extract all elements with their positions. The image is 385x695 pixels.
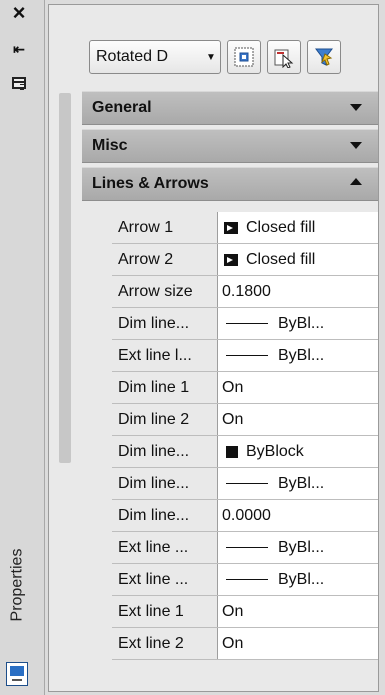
property-name: Ext line 2: [112, 628, 218, 659]
property-row[interactable]: Arrow size 0.1800: [112, 276, 378, 308]
property-row[interactable]: Ext line 1 On: [112, 596, 378, 628]
property-row[interactable]: Dim line... 0.0000: [112, 500, 378, 532]
section-lines-arrows[interactable]: Lines & Arrows: [82, 167, 378, 201]
property-value[interactable]: On: [218, 372, 378, 403]
property-row[interactable]: Ext line 2 On: [112, 628, 378, 660]
property-value-text: 0.0000: [222, 506, 271, 524]
property-row[interactable]: Dim line 2 On: [112, 404, 378, 436]
toggle-pickadd-button[interactable]: [227, 40, 261, 74]
toggle-pickadd-icon: [234, 47, 254, 67]
property-value-text: ByBl...: [278, 570, 325, 588]
linetype-swatch-icon: [226, 355, 268, 356]
chevron-up-icon: [350, 178, 362, 185]
property-name: Dim line 2: [112, 404, 218, 435]
property-row[interactable]: Dim line... ByBlock: [112, 436, 378, 468]
property-value-text: Closed fill: [246, 218, 316, 236]
object-type-select[interactable]: Rotated D ▼: [89, 40, 221, 74]
property-value[interactable]: Closed fill: [218, 244, 378, 275]
property-row[interactable]: Dim line... ByBl...: [112, 308, 378, 340]
property-name: Arrow size: [112, 276, 218, 307]
property-value[interactable]: ByBl...: [218, 564, 378, 595]
property-value-text: On: [222, 410, 244, 428]
vertical-scrollbar[interactable]: [59, 93, 71, 463]
property-value[interactable]: 0.0000: [218, 500, 378, 531]
property-value-text: ByBl...: [278, 346, 325, 364]
property-name: Ext line l...: [112, 340, 218, 371]
select-objects-icon: [274, 49, 294, 68]
property-name: Ext line ...: [112, 564, 218, 595]
property-row[interactable]: Ext line ... ByBl...: [112, 564, 378, 596]
palette-title: Properties: [8, 548, 26, 622]
property-sections: General Misc Lines & Arrows: [82, 91, 378, 205]
property-value-text: ByBlock: [246, 442, 304, 460]
chevron-down-icon: [350, 142, 362, 149]
property-value[interactable]: ByBl...: [218, 340, 378, 371]
property-name: Dim line 1: [112, 372, 218, 403]
property-value[interactable]: Closed fill: [218, 212, 378, 243]
quick-select-button[interactable]: [307, 40, 341, 74]
property-name: Dim line...: [112, 436, 218, 467]
auto-hide-icon[interactable]: ⇤: [8, 38, 30, 60]
linetype-swatch-icon: [226, 547, 268, 548]
linetype-swatch-icon: [226, 323, 268, 324]
close-icon[interactable]: ×: [8, 0, 30, 25]
property-value[interactable]: On: [218, 628, 378, 659]
arrowhead-icon: [224, 253, 238, 266]
properties-icon[interactable]: [6, 662, 28, 686]
color-swatch-icon: [226, 445, 238, 458]
property-row[interactable]: Arrow 1 Closed fill: [112, 212, 378, 244]
property-value-text: ByBl...: [278, 314, 325, 332]
property-value-text: 0.1800: [222, 282, 271, 300]
linetype-swatch-icon: [226, 483, 268, 484]
property-name: Arrow 2: [112, 244, 218, 275]
property-value[interactable]: ByBlock: [218, 436, 378, 467]
property-value[interactable]: 0.1800: [218, 276, 378, 307]
select-objects-button[interactable]: [267, 40, 301, 74]
property-row[interactable]: Dim line... ByBl...: [112, 468, 378, 500]
property-value-text: Closed fill: [246, 250, 316, 268]
property-value-text: ByBl...: [278, 474, 325, 492]
property-row[interactable]: Ext line l... ByBl...: [112, 340, 378, 372]
property-value[interactable]: On: [218, 404, 378, 435]
property-row[interactable]: Dim line 1 On: [112, 372, 378, 404]
property-value-text: On: [222, 378, 244, 396]
linetype-swatch-icon: [226, 579, 268, 580]
section-label: Misc: [92, 137, 128, 154]
properties-panel: Rotated D ▼ General Misc Lines & Arrows …: [48, 4, 379, 692]
palette-title-bar[interactable]: × ⇤ Properties: [0, 0, 45, 695]
property-value-text: On: [222, 602, 244, 620]
property-row[interactable]: Arrow 2 Closed fill: [112, 244, 378, 276]
section-misc[interactable]: Misc: [82, 129, 378, 163]
property-name: Dim line...: [112, 468, 218, 499]
property-value[interactable]: ByBl...: [218, 468, 378, 499]
property-value[interactable]: On: [218, 596, 378, 627]
property-value[interactable]: ByBl...: [218, 532, 378, 563]
property-row[interactable]: Ext line ... ByBl...: [112, 532, 378, 564]
properties-toolbar: Rotated D ▼: [89, 39, 341, 75]
chevron-down-icon: [350, 104, 362, 111]
property-value-text: On: [222, 634, 244, 652]
property-name: Dim line...: [112, 500, 218, 531]
property-value[interactable]: ByBl...: [218, 308, 378, 339]
arrowhead-icon: [224, 221, 238, 234]
chevron-down-icon: ▼: [206, 51, 216, 63]
property-name: Ext line ...: [112, 532, 218, 563]
section-general[interactable]: General: [82, 91, 378, 125]
property-name: Arrow 1: [112, 212, 218, 243]
quick-select-icon: [315, 48, 333, 66]
object-type-value: Rotated D: [96, 48, 169, 65]
menu-icon[interactable]: [8, 72, 30, 94]
section-label: Lines & Arrows: [92, 175, 209, 192]
property-name: Dim line...: [112, 308, 218, 339]
section-label: General: [92, 99, 152, 116]
property-value-text: ByBl...: [278, 538, 325, 556]
property-grid: Arrow 1 Closed fill Arrow 2 Closed fill Arro…: [112, 212, 378, 660]
property-name: Ext line 1: [112, 596, 218, 627]
